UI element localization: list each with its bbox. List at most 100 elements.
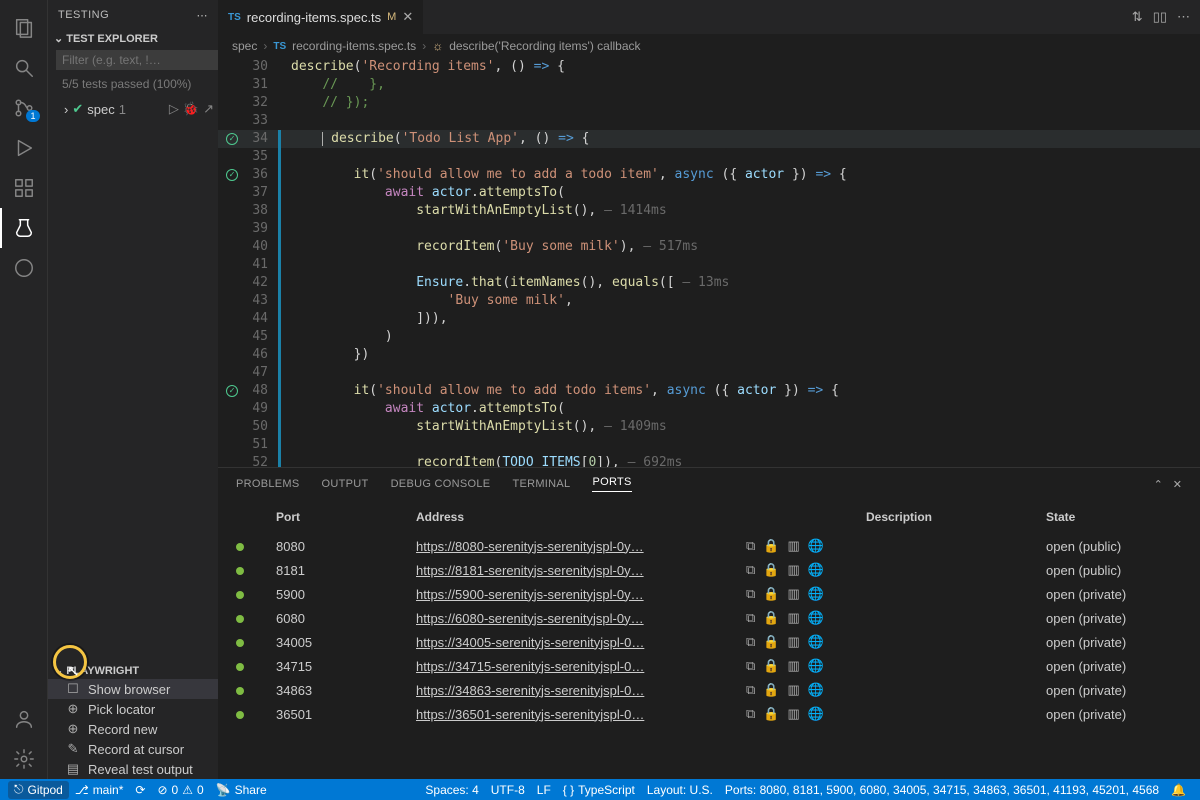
lock-icon[interactable]: 🔒 [763, 586, 779, 602]
gutter-icon[interactable] [218, 148, 246, 166]
code-line[interactable]: 51 [218, 436, 1200, 454]
code-line[interactable]: 44 ])), [218, 310, 1200, 328]
gutter-icon[interactable] [218, 256, 246, 274]
code-line[interactable]: 32 // }); [218, 94, 1200, 112]
branch-button[interactable]: ⎇ main* [69, 783, 130, 797]
run-test-icon[interactable]: ▷ [169, 101, 179, 117]
gutter-icon[interactable] [218, 310, 246, 328]
port-row[interactable]: 6080https://6080-serenityjs-serenityjspl… [218, 606, 1200, 630]
code-line[interactable]: 40 recordItem('Buy some milk'), — 517ms [218, 238, 1200, 256]
tab-file[interactable]: TS recording-items.spec.ts M ✕ [218, 0, 424, 34]
gutter-icon[interactable] [218, 364, 246, 382]
copy-icon[interactable]: ⧉ [746, 634, 755, 650]
panel-collapse-icon[interactable]: ⌃ [1154, 478, 1163, 491]
code-line[interactable]: 52 recordItem(TODO_ITEMS[0]), — 692ms [218, 454, 1200, 467]
gitpod-button[interactable]: ⎋ Gitpod [8, 781, 69, 799]
gutter-icon[interactable] [218, 202, 246, 220]
globe-icon[interactable]: 🌐 [808, 538, 824, 554]
copy-icon[interactable]: ⧉ [746, 586, 755, 602]
globe-icon[interactable]: 🌐 [808, 682, 824, 698]
gutter-icon[interactable] [218, 184, 246, 202]
port-address-link[interactable]: https://36501-serenityjs-serenityjspl-0… [416, 707, 644, 722]
playwright-item[interactable]: ⊕Record new [48, 719, 218, 739]
port-row[interactable]: 8181https://8181-serenityjs-serenityjspl… [218, 558, 1200, 582]
liveshare-button[interactable]: 📡 Share [210, 783, 273, 797]
lock-icon[interactable]: 🔒 [763, 682, 779, 698]
problems-button[interactable]: ⊘0 ⚠0 [151, 783, 209, 797]
compare-icon[interactable]: ⇅ [1132, 9, 1143, 25]
panel-tab-terminal[interactable]: TERMINAL [512, 478, 570, 490]
code-line[interactable]: 41 [218, 256, 1200, 274]
gutter-icon[interactable] [218, 220, 246, 238]
panel-tab-debug console[interactable]: DEBUG CONSOLE [391, 478, 491, 490]
panel-tab-output[interactable]: OUTPUT [322, 478, 369, 490]
port-row[interactable]: 34005https://34005-serenityjs-serenityjs… [218, 630, 1200, 654]
code-line[interactable]: 38 startWithAnEmptyList(), — 1414ms [218, 202, 1200, 220]
notifications-icon[interactable]: 🔔 [1165, 783, 1192, 797]
preview-icon[interactable]: ▥ [787, 706, 799, 722]
copy-icon[interactable]: ⧉ [746, 562, 755, 578]
preview-icon[interactable]: ▥ [787, 682, 799, 698]
debug-test-icon[interactable]: 🐞 [183, 101, 199, 117]
layout-button[interactable]: Layout: U.S. [641, 783, 719, 797]
close-tab-icon[interactable]: ✕ [402, 9, 413, 25]
port-address-link[interactable]: https://34715-serenityjs-serenityjspl-0… [416, 659, 644, 674]
preview-icon[interactable]: ▥ [787, 610, 799, 626]
sync-icon[interactable]: ⟳ [129, 783, 151, 797]
globe-icon[interactable]: 🌐 [808, 658, 824, 674]
globe-icon[interactable]: 🌐 [808, 634, 824, 650]
gutter-icon[interactable] [218, 436, 246, 454]
explorer-icon[interactable] [0, 8, 48, 48]
run-icon[interactable] [0, 128, 48, 168]
copy-icon[interactable]: ⧉ [746, 658, 755, 674]
split-icon[interactable]: ▯▯ [1153, 9, 1167, 25]
panel-tab-ports[interactable]: PORTS [592, 476, 631, 492]
gutter-icon[interactable] [218, 274, 246, 292]
lock-icon[interactable]: 🔒 [763, 610, 779, 626]
code-line[interactable]: 30describe('Recording items', () => { [218, 58, 1200, 76]
code-line[interactable]: 47 [218, 364, 1200, 382]
gutter-icon[interactable] [218, 454, 246, 467]
port-row[interactable]: 34863https://34863-serenityjs-serenityjs… [218, 678, 1200, 702]
code-line[interactable]: 49 await actor.attemptsTo( [218, 400, 1200, 418]
gutter-icon[interactable] [218, 238, 246, 256]
lock-icon[interactable]: 🔒 [763, 634, 779, 650]
panel-close-icon[interactable]: ✕ [1173, 478, 1182, 491]
code-line[interactable]: 35 [218, 148, 1200, 166]
panel-tab-problems[interactable]: PROBLEMS [236, 478, 300, 490]
globe-icon[interactable]: 🌐 [808, 706, 824, 722]
ports-button[interactable]: Ports: 8080, 8181, 5900, 6080, 34005, 34… [719, 783, 1165, 797]
globe-icon[interactable]: 🌐 [808, 562, 824, 578]
gutter-icon[interactable] [218, 58, 246, 76]
preview-icon[interactable]: ▥ [787, 538, 799, 554]
code-line[interactable]: 39 [218, 220, 1200, 238]
testing-icon[interactable] [0, 208, 48, 248]
more-icon[interactable]: ⋯ [1177, 9, 1190, 25]
code-line[interactable]: 50 startWithAnEmptyList(), — 1409ms [218, 418, 1200, 436]
globe-icon[interactable]: 🌐 [808, 610, 824, 626]
code-line[interactable]: 45 ) [218, 328, 1200, 346]
playwright-item[interactable]: ⊕Pick locator [48, 699, 218, 719]
more-icon[interactable]: ⋯ [197, 9, 209, 22]
code-line[interactable]: 37 await actor.attemptsTo( [218, 184, 1200, 202]
search-icon[interactable] [0, 48, 48, 88]
port-address-link[interactable]: https://5900-serenityjs-serenityjspl-0y… [416, 587, 644, 602]
copy-icon[interactable]: ⧉ [746, 610, 755, 626]
port-row[interactable]: 34715https://34715-serenityjs-serenityjs… [218, 654, 1200, 678]
port-row[interactable]: 36501https://36501-serenityjs-serenityjs… [218, 702, 1200, 726]
gutter-icon[interactable] [218, 400, 246, 418]
gutter-icon[interactable] [218, 346, 246, 364]
account-icon[interactable] [0, 699, 48, 739]
code-line[interactable]: 46 }) [218, 346, 1200, 364]
preview-icon[interactable]: ▥ [787, 634, 799, 650]
gutter-icon[interactable]: ✓ [218, 382, 246, 400]
port-address-link[interactable]: https://8181-serenityjs-serenityjspl-0y… [416, 563, 644, 578]
playwright-header[interactable]: ⌄ PLAYWRIGHT [48, 662, 218, 679]
preview-icon[interactable]: ▥ [787, 658, 799, 674]
language-button[interactable]: { } TypeScript [557, 783, 641, 797]
copy-icon[interactable]: ⧉ [746, 538, 755, 554]
gutter-icon[interactable] [218, 328, 246, 346]
scm-icon[interactable]: 1 [0, 88, 48, 128]
gutter-icon[interactable]: ✓ [218, 166, 246, 184]
port-row[interactable]: 5900https://5900-serenityjs-serenityjspl… [218, 582, 1200, 606]
